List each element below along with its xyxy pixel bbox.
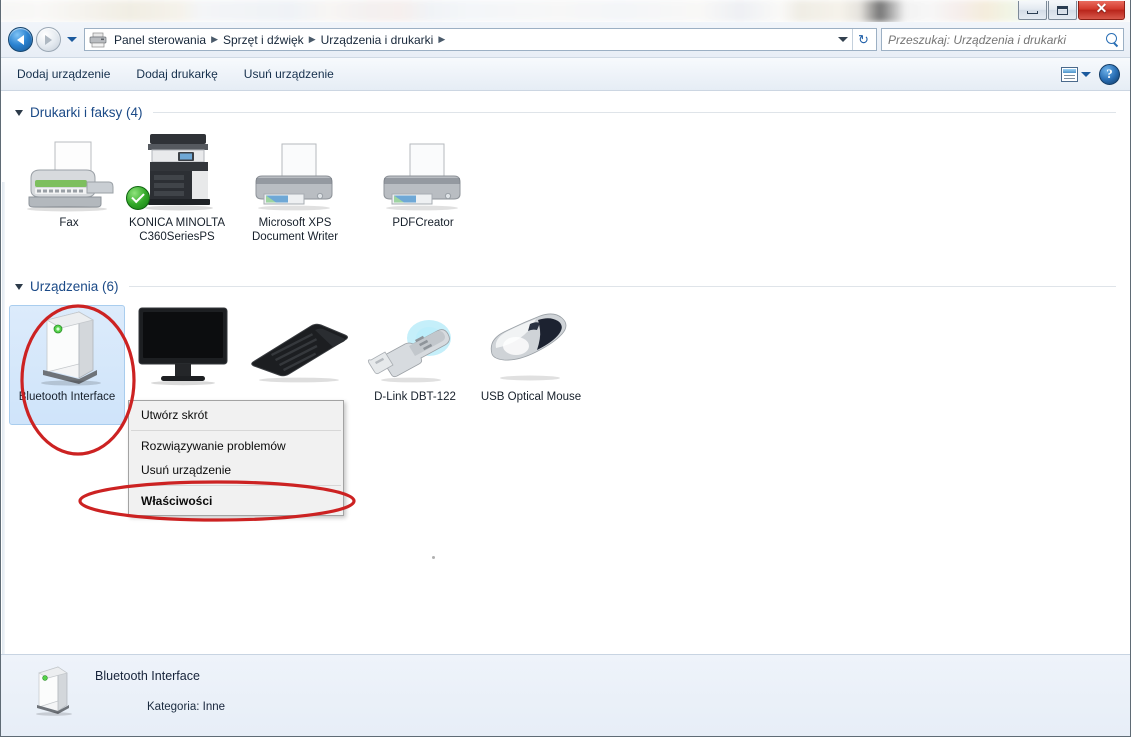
recent-locations-button[interactable]	[64, 30, 80, 50]
details-pane: Bluetooth Interface Kategoria: Inne	[1, 654, 1130, 736]
breadcrumb[interactable]: Panel sterowania ▶ Sprzęt i dźwięk ▶ Urz…	[84, 28, 877, 51]
tile-image	[482, 312, 580, 386]
details-category: Kategoria: Inne	[147, 701, 225, 713]
add-printer-button[interactable]: Dodaj drukarkę	[126, 62, 227, 86]
computer-tower-icon	[41, 311, 101, 386]
chevron-down-icon	[67, 37, 77, 42]
breadcrumb-item-0[interactable]: Panel sterowania	[110, 32, 210, 48]
breadcrumb-separator-1[interactable]: ▶	[308, 34, 317, 45]
breadcrumb-separator-2[interactable]: ▶	[437, 34, 446, 45]
change-view-button[interactable]	[1057, 64, 1095, 85]
usb-dongle-icon	[367, 320, 451, 383]
tile-image	[378, 138, 468, 212]
breadcrumb-item-2[interactable]: Urządzenia i drukarki	[317, 32, 438, 48]
details-category-label: Kategoria:	[147, 701, 200, 713]
content-left-edge	[2, 182, 5, 654]
maximize-icon	[1057, 5, 1068, 15]
command-bar: Dodaj urządzenie Dodaj drukarkę Usuń urz…	[1, 58, 1130, 91]
back-button[interactable]	[8, 27, 33, 52]
context-menu-item-properties[interactable]: Właściwości	[129, 489, 343, 513]
device-tile-blank[interactable]	[589, 305, 705, 425]
keyboard-icon	[251, 323, 348, 383]
search-box[interactable]	[881, 28, 1124, 51]
tile-image	[245, 312, 353, 386]
device-tile-konica-minolta[interactable]: KONICA MINOLTA C360SeriesPS	[123, 131, 231, 251]
minimize-button[interactable]	[1018, 1, 1047, 20]
device-label: Bluetooth Interface	[18, 391, 116, 404]
device-label: Microsoft XPS Document Writer	[251, 217, 339, 244]
details-title: Bluetooth Interface	[95, 669, 200, 683]
device-tile-pdfcreator[interactable]: PDFCreator	[359, 131, 487, 251]
printer-icon	[383, 143, 461, 211]
breadcrumb-item-1[interactable]: Sprzęt i dźwięk	[219, 32, 308, 48]
context-menu-item-create-shortcut[interactable]: Utwórz skrót	[129, 403, 343, 427]
device-label: PDFCreator	[392, 217, 454, 229]
device-label: USB Optical Mouse	[480, 391, 582, 404]
device-tile-fax[interactable]: Fax	[15, 131, 123, 251]
printer-tiles: Fax KONICA MINOLTA C360SeriesPS Microsof…	[1, 125, 1130, 251]
tile-image	[363, 312, 467, 386]
remove-device-button[interactable]: Usuń urządzenie	[234, 62, 344, 86]
minimize-icon	[1027, 11, 1038, 14]
details-text: Bluetooth Interface Kategoria: Inne	[95, 665, 225, 713]
content-area: Drukarki i faksy (4) Fax KONICA MINOLTA …	[1, 91, 1130, 654]
arrow-left-icon	[17, 34, 24, 45]
chevron-down-icon	[838, 37, 848, 42]
context-menu-item-troubleshoot[interactable]: Rozwiązywanie problemów	[129, 434, 343, 458]
device-label: Fax	[59, 217, 79, 229]
monitor-icon	[138, 307, 228, 386]
help-button[interactable]: ?	[1099, 63, 1120, 85]
collapse-triangle-icon[interactable]	[15, 109, 23, 116]
context-menu: Utwórz skrót Rozwiązywanie problemów Usu…	[128, 400, 344, 516]
tile-image	[133, 307, 233, 386]
forward-button[interactable]	[36, 27, 61, 52]
stray-pixel	[432, 556, 435, 559]
group-title-printers: Drukarki i faksy (4)	[30, 104, 143, 120]
printer-icon	[89, 32, 107, 47]
group-title-devices: Urządzenia (6)	[30, 278, 119, 294]
context-menu-separator	[131, 430, 341, 431]
device-label: KONICA MINOLTA C360SeriesPS	[128, 217, 226, 244]
address-bar: Panel sterowania ▶ Sprzęt i dźwięk ▶ Urz…	[1, 22, 1130, 58]
search-icon	[1105, 32, 1119, 47]
device-tile-xps-writer[interactable]: Microsoft XPS Document Writer	[231, 131, 359, 251]
group-header-printers[interactable]: Drukarki i faksy (4)	[1, 99, 1130, 125]
view-options-icon	[1061, 66, 1078, 82]
computer-tower-icon	[36, 666, 72, 716]
arrow-right-icon	[45, 34, 52, 45]
chevron-down-icon	[1081, 71, 1091, 77]
printer-icon	[255, 143, 333, 211]
details-category-value: Inne	[202, 701, 226, 713]
device-tile-bluetooth-interface[interactable]: Bluetooth Interface	[9, 305, 125, 426]
default-device-check-icon	[126, 186, 150, 210]
group-rule	[152, 111, 1116, 113]
maximize-button[interactable]	[1048, 1, 1077, 20]
tile-image	[126, 134, 220, 212]
refresh-button[interactable]: ↻	[852, 29, 874, 50]
close-icon: ✕	[1095, 2, 1108, 17]
close-button[interactable]: ✕	[1078, 1, 1125, 20]
breadcrumb-separator-0[interactable]: ▶	[210, 34, 219, 45]
device-tile-usb-optical-mouse[interactable]: USB Optical Mouse	[473, 305, 589, 425]
context-menu-separator	[131, 485, 341, 486]
fax-icon	[27, 141, 114, 212]
collapse-triangle-icon[interactable]	[15, 283, 23, 290]
tile-image	[250, 138, 340, 212]
mouse-icon	[490, 313, 567, 381]
device-tile-dlink-dbt-122[interactable]: D-Link DBT-122	[357, 305, 473, 425]
add-device-button[interactable]: Dodaj urządzenie	[7, 62, 120, 86]
tile-image	[29, 311, 105, 386]
tile-image	[21, 138, 117, 212]
device-label: D-Link DBT-122	[374, 391, 456, 404]
search-input[interactable]	[886, 31, 1105, 48]
context-menu-item-remove-device[interactable]: Usuń urządzenie	[129, 458, 343, 482]
group-header-devices[interactable]: Urządzenia (6)	[1, 273, 1130, 299]
address-dropdown-button[interactable]	[834, 37, 852, 42]
group-rule	[128, 285, 1116, 287]
window-controls: ✕	[1018, 1, 1125, 20]
